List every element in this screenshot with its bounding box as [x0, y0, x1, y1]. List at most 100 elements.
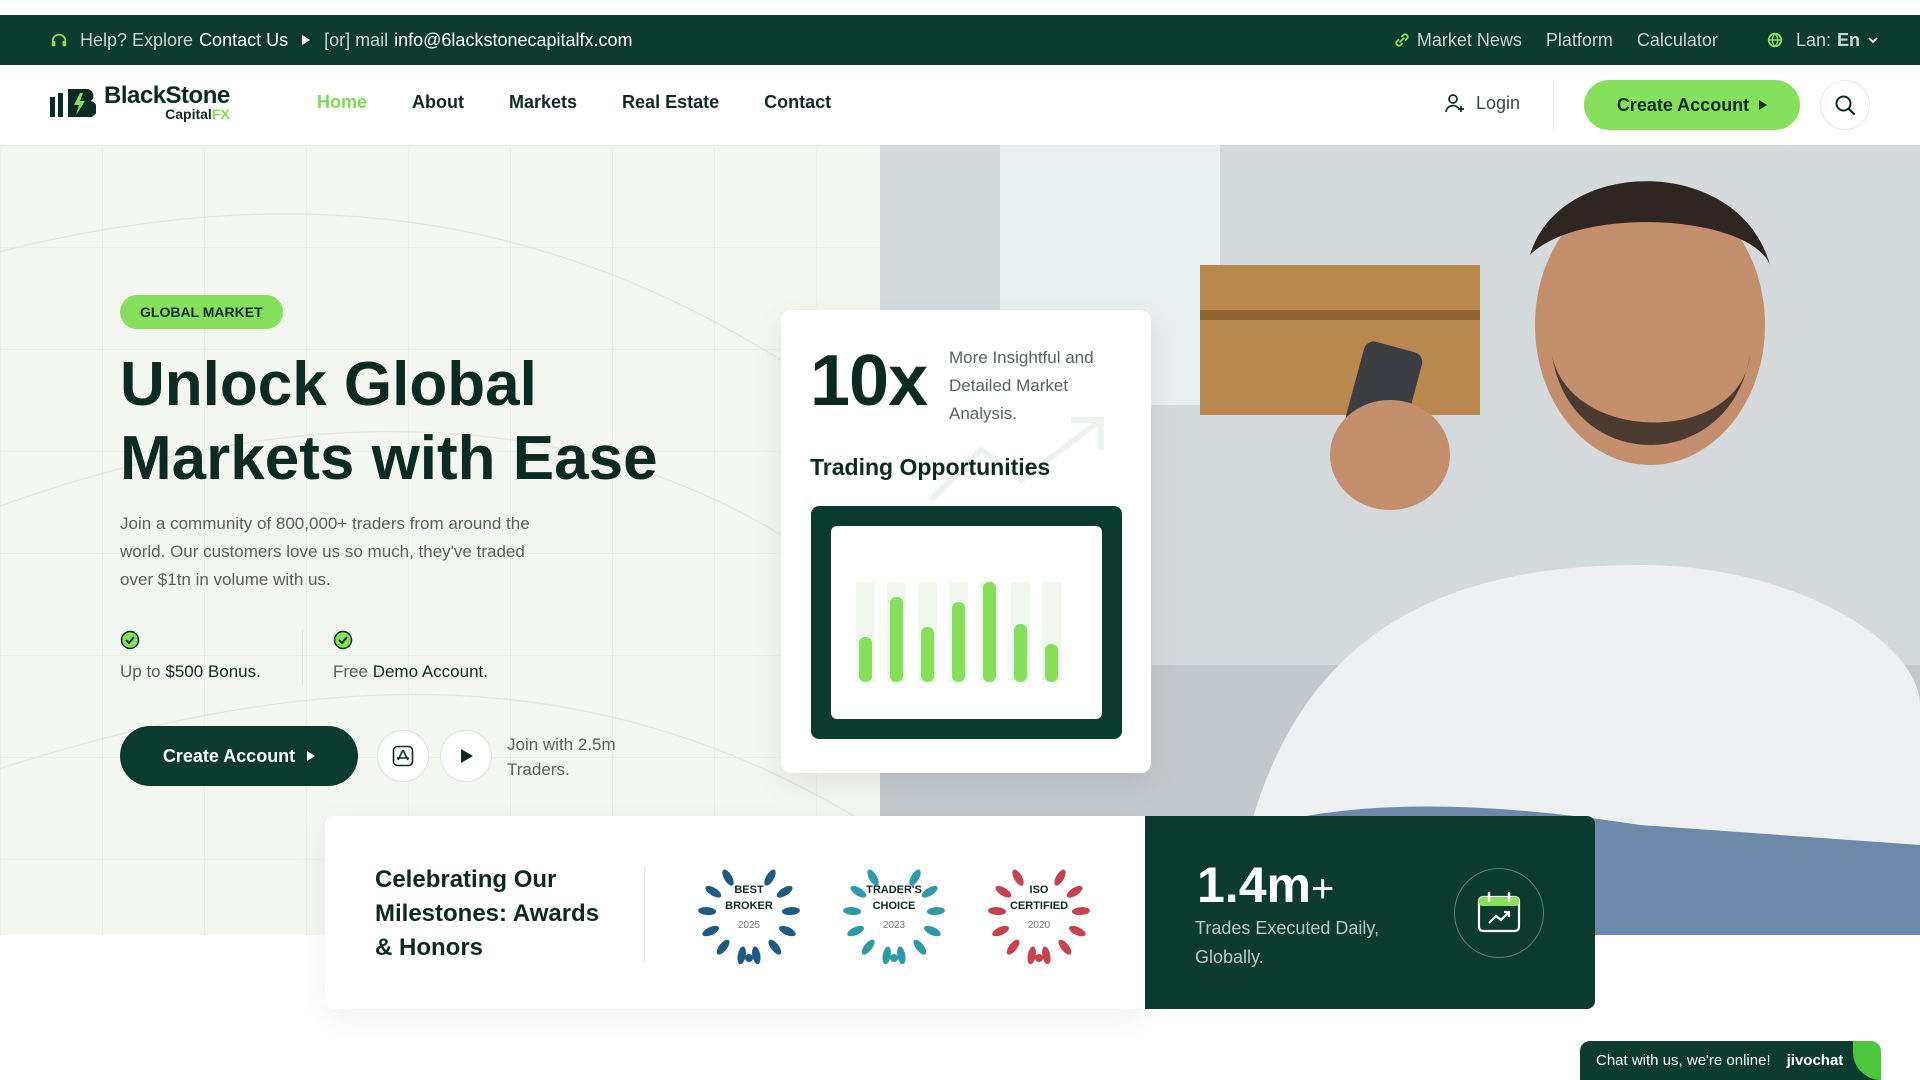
- search-icon: [1835, 95, 1856, 116]
- laurel-leaf: [882, 946, 891, 965]
- feature-bonus-value: $500 Bonus.: [165, 662, 261, 681]
- top-bar-help: Help? Explore Contact Us [or] mail info@…: [50, 30, 633, 51]
- feature-demo: Free Demo Account.: [333, 630, 488, 682]
- trades-stats-panel: 1.4m+ Trades Executed Daily, Globally.: [1145, 816, 1595, 1009]
- play-icon: [461, 749, 473, 763]
- award-traders-choice-l1: TRADER'S: [866, 884, 922, 896]
- chevron-down-icon: [1868, 37, 1878, 44]
- create-account-header-button[interactable]: Create Account: [1584, 80, 1800, 130]
- language-selector[interactable]: Lan: En: [1766, 30, 1880, 51]
- create-account-hero-button[interactable]: Create Account: [120, 726, 358, 786]
- trades-count: 1.4m+: [1197, 856, 1334, 914]
- laurel-leaf: [1058, 939, 1072, 955]
- logo[interactable]: BlackStone CapitalFX: [48, 82, 230, 121]
- bar-chart: [856, 582, 1061, 682]
- trades-count-suffix: +: [1310, 867, 1335, 911]
- laurel-leaf: [1027, 946, 1036, 965]
- arrow-right-icon: [302, 35, 311, 45]
- chat-widget[interactable]: Chat with us, we're online! jivochat: [1580, 1041, 1881, 1080]
- arrow-right-icon: [307, 751, 316, 761]
- award-traders-choice: TRADER'S CHOICE 2023: [838, 864, 950, 965]
- check-circle-icon: [120, 630, 140, 650]
- awards-section: Celebrating Our Milestones: Awards & Hon…: [325, 816, 1145, 1009]
- app-store-icon: [392, 745, 414, 767]
- nav-markets[interactable]: Markets: [509, 92, 577, 113]
- trades-label: Trades Executed Daily, Globally.: [1195, 918, 1380, 967]
- trading-opportunities-title: Trading Opportunities: [810, 454, 1051, 480]
- login-label: Login: [1476, 92, 1521, 113]
- play-store-button[interactable]: [440, 730, 492, 782]
- login-button[interactable]: Login: [1444, 92, 1520, 114]
- laurel-dot: [1035, 954, 1043, 962]
- laurel-leaf: [897, 946, 906, 965]
- laurel-leaf: [1042, 946, 1051, 965]
- award-traders-choice-year: 2023: [882, 920, 906, 931]
- language-value: En: [1836, 29, 1860, 50]
- chart-screen: [811, 506, 1122, 739]
- nav-contact[interactable]: Contact: [764, 92, 831, 113]
- laurel-leaf: [913, 939, 927, 955]
- bar-2: [890, 597, 903, 682]
- globe-icon: [1767, 32, 1783, 48]
- feature-bonus-prefix: Up to: [120, 662, 161, 681]
- chat-brand: jivochat: [1786, 1052, 1844, 1069]
- laurel-dot: [890, 954, 898, 962]
- main-header: BlackStone CapitalFX Home About Markets …: [0, 65, 1920, 145]
- hero-title: Unlock Global Markets with Ease: [120, 348, 760, 496]
- bar-4: [952, 602, 965, 682]
- global-market-badge: GLOBAL MARKET: [120, 295, 283, 329]
- award-iso-certified-l1: ISO: [1029, 884, 1049, 896]
- award-iso-certified-year: 2020: [1027, 920, 1051, 931]
- feature-demo-prefix: Free: [333, 662, 368, 681]
- contact-us-link[interactable]: Contact Us: [199, 30, 288, 51]
- platform-link[interactable]: Platform: [1546, 30, 1613, 51]
- hero-lead: Join a community of 800,000+ traders fro…: [120, 514, 530, 589]
- help-prefix: Help? Explore: [80, 29, 194, 50]
- bar-3: [921, 627, 934, 682]
- page: Help? Explore Contact Us [or] mail info@…: [0, 0, 1920, 1080]
- bar-1: [859, 637, 872, 682]
- create-account-hero-label: Create Account: [162, 745, 296, 766]
- laurel-leaf: [861, 939, 875, 955]
- insight-card: 10x More Insightful and Detailed Market …: [781, 310, 1151, 773]
- award-best-broker-year: 2025: [737, 920, 761, 931]
- feature-bonus: Up to $500 Bonus.: [120, 630, 261, 682]
- language-label: Lan:: [1795, 29, 1831, 50]
- market-news-link[interactable]: Market News: [1417, 30, 1522, 51]
- chat-text: Chat with us, we're online!: [1596, 1052, 1771, 1069]
- bar-7: [1045, 644, 1058, 682]
- brand-name: BlackStone: [104, 82, 230, 109]
- award-best-broker-l2: BROKER: [725, 900, 773, 912]
- link-icon: [1395, 33, 1409, 47]
- feature-divider: [302, 630, 303, 686]
- brand-sub-capital: Capital: [165, 106, 212, 122]
- nav-real-estate[interactable]: Real Estate: [622, 92, 719, 113]
- feature-demo-value: Demo Account.: [372, 662, 488, 681]
- top-bar: Help? Explore Contact Us [or] mail info@…: [0, 15, 1920, 65]
- user-add-icon: [1445, 94, 1464, 113]
- brand-sub-fx: FX: [211, 106, 230, 122]
- chart-screen-inner: [831, 526, 1102, 719]
- main-nav: Home About Markets Real Estate Contact: [317, 92, 831, 113]
- laurel-leaf: [1006, 939, 1020, 955]
- hero-title-line-1: Unlock Global: [120, 350, 537, 419]
- chat-leaf-icon: [1853, 1041, 1881, 1080]
- arrow-right-icon: [1759, 100, 1768, 110]
- search-button[interactable]: [1820, 80, 1870, 130]
- bar-6: [1014, 624, 1027, 682]
- nav-home[interactable]: Home: [317, 92, 367, 113]
- headset-icon: [51, 33, 67, 47]
- mail-link[interactable]: info@6lackstonecapitalfx.com: [394, 30, 632, 51]
- hero-title-line-2: Markets with Ease: [120, 424, 658, 493]
- trades-count-value: 1.4m: [1197, 857, 1311, 913]
- app-store-button[interactable]: [377, 730, 429, 782]
- brand-sub: CapitalFX: [104, 107, 230, 121]
- laurel-leaf: [737, 946, 746, 965]
- award-traders-choice-l2: CHOICE: [872, 900, 916, 912]
- laurel-leaf: [716, 939, 730, 955]
- awards-title: Celebrating Our Milestones: Awards & Hon…: [375, 866, 600, 961]
- awards-divider: [644, 866, 645, 962]
- calculator-link[interactable]: Calculator: [1637, 30, 1718, 51]
- nav-about[interactable]: About: [412, 92, 464, 113]
- logo-mark-icon: [50, 89, 96, 118]
